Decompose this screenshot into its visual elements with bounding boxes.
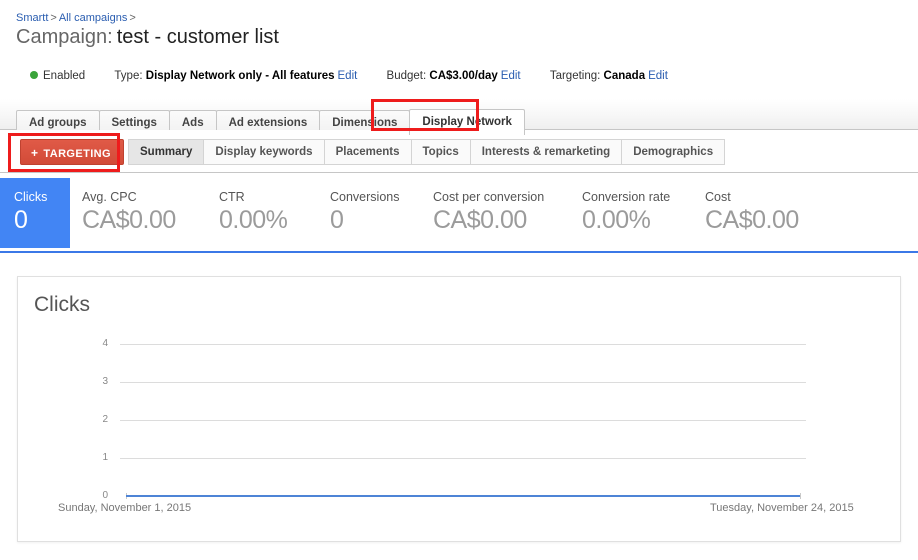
metric-avg-cpc[interactable]: Avg. CPC CA$0.00 [82,178,176,248]
subtab-label: Interests & remarketing [481,146,611,158]
breadcrumb: Smartt > All campaigns > [16,12,138,24]
campaign-label: Campaign: [16,26,113,48]
chart-axis-tick [800,493,801,499]
tab-display-network[interactable]: Display Network [409,109,525,136]
tab-label: Dimensions [332,117,398,129]
metric-value: CA$0.00 [82,206,176,234]
edit-budget-link[interactable]: Edit [501,70,521,82]
metric-label: Conversion rate [582,190,671,204]
subtab-label: Demographics [633,146,714,158]
chart-x-end-label: Tuesday, November 24, 2015 [710,502,854,514]
campaign-budget-value: CA$3.00/day [429,70,498,82]
breadcrumb-separator-2: > [129,12,136,24]
subtab-label: Placements [335,146,400,158]
metric-label: CTR [219,190,245,204]
subtab-placements[interactable]: Placements [323,139,411,165]
add-targeting-button-label: TARGETING [43,148,111,160]
main-tab-strip: Ad groups Settings Ads Ad extensions Dimensi… [0,99,918,136]
breadcrumb-separator-1: > [50,12,57,24]
chart-gridline [120,382,806,383]
metric-value: 0 [14,206,28,234]
metric-value: CA$0.00 [433,206,527,234]
page-title: Campaign: test - customer list [16,26,279,49]
clicks-line-chart: 0 1 2 3 4 Sunday, November 1, 2015 Tuesday, No… [18,277,902,543]
campaign-targeting-label: Targeting: [549,70,601,82]
edit-type-link[interactable]: Edit [338,70,358,82]
tab-label: Settings [111,117,157,129]
metric-label: Cost per conversion [433,190,545,204]
display-network-subtab-row: + TARGETING Summary Display keywords Placem… [0,130,918,173]
campaign-status-line: Enabled Type: Display Network only - All… [30,70,668,82]
chart-y-tick-label: 0 [102,490,108,501]
chart-gridline [120,344,806,345]
tab-label: Ad groups [29,117,87,129]
breadcrumb-account-link[interactable]: Smartt [16,12,48,24]
tab-label: Ad extensions [228,117,308,129]
metric-ctr[interactable]: CTR 0.00% [219,178,288,248]
metric-cost-per-conversion[interactable]: Cost per conversion CA$0.00 [433,178,544,248]
main-tabs: Ad groups Settings Ads Ad extensions Dimensi… [16,99,525,136]
metric-label: Cost [705,190,731,204]
status-enabled-dot [30,70,38,79]
campaign-type-value: Display Network only - All features [145,70,335,82]
metric-value: CA$0.00 [705,206,799,234]
chart-y-tick-label: 2 [102,414,108,425]
subtab-label: Display keywords [215,146,313,158]
chart-series-line-clicks [126,495,800,497]
metrics-summary-bar: Clicks 0 Avg. CPC CA$0.00 CTR 0.00% Conversion… [0,178,918,253]
metric-label: Conversions [330,190,400,204]
clicks-chart-card: Clicks 0 1 2 3 4 Sunday, November 1, 2015 Tues… [17,276,901,542]
metric-value: 0.00% [582,206,651,234]
metric-cost[interactable]: Cost CA$0.00 [705,178,799,248]
subtab-topics[interactable]: Topics [410,139,470,165]
metric-clicks[interactable]: Clicks 0 [0,178,70,248]
campaign-budget-group: Budget: CA$3.00/day Edit [387,70,524,82]
subtab-summary[interactable]: Summary [128,139,204,165]
subtab-demographics[interactable]: Demographics [621,139,726,165]
sub-tabs: Summary Display keywords Placements Topics I… [128,139,726,165]
edit-targeting-link[interactable]: Edit [648,70,668,82]
subtab-label: Summary [140,146,193,158]
tab-label: Display Network [422,116,512,128]
campaign-name: test - customer list [116,26,279,48]
metric-value: 0.00% [219,206,288,234]
chart-gridline [120,458,806,459]
add-targeting-button[interactable]: + TARGETING [20,139,124,165]
campaign-targeting-value: Canada [603,70,646,82]
adwords-campaign-page: Smartt > All campaigns > Campaign: test - cu… [0,0,918,560]
metric-label: Clicks [14,190,48,204]
tab-label: Ads [181,117,204,129]
chart-y-tick-label: 4 [102,338,108,349]
metric-conversion-rate[interactable]: Conversion rate 0.00% [582,178,670,248]
chart-gridline [120,420,806,421]
subtab-interests-remarketing[interactable]: Interests & remarketing [469,139,622,165]
campaign-budget-label: Budget: [386,70,427,82]
chart-y-tick-label: 1 [102,452,108,463]
subtab-label: Topics [422,146,459,158]
campaign-targeting-group: Targeting: Canada Edit [550,70,668,82]
metric-value: 0 [330,206,344,234]
subtab-display-keywords[interactable]: Display keywords [203,139,324,165]
campaign-type-label: Type: [114,70,143,82]
chart-x-start-label: Sunday, November 1, 2015 [58,502,192,514]
campaign-type-group: Type: Display Network only - All feature… [114,70,360,82]
breadcrumb-all-campaigns-link[interactable]: All campaigns [59,12,127,24]
chart-y-tick-label: 3 [102,376,108,387]
status-badge: Enabled [43,70,86,82]
metric-conversions[interactable]: Conversions 0 [330,178,399,248]
plus-icon: + [31,146,39,160]
metric-label: Avg. CPC [82,190,137,204]
